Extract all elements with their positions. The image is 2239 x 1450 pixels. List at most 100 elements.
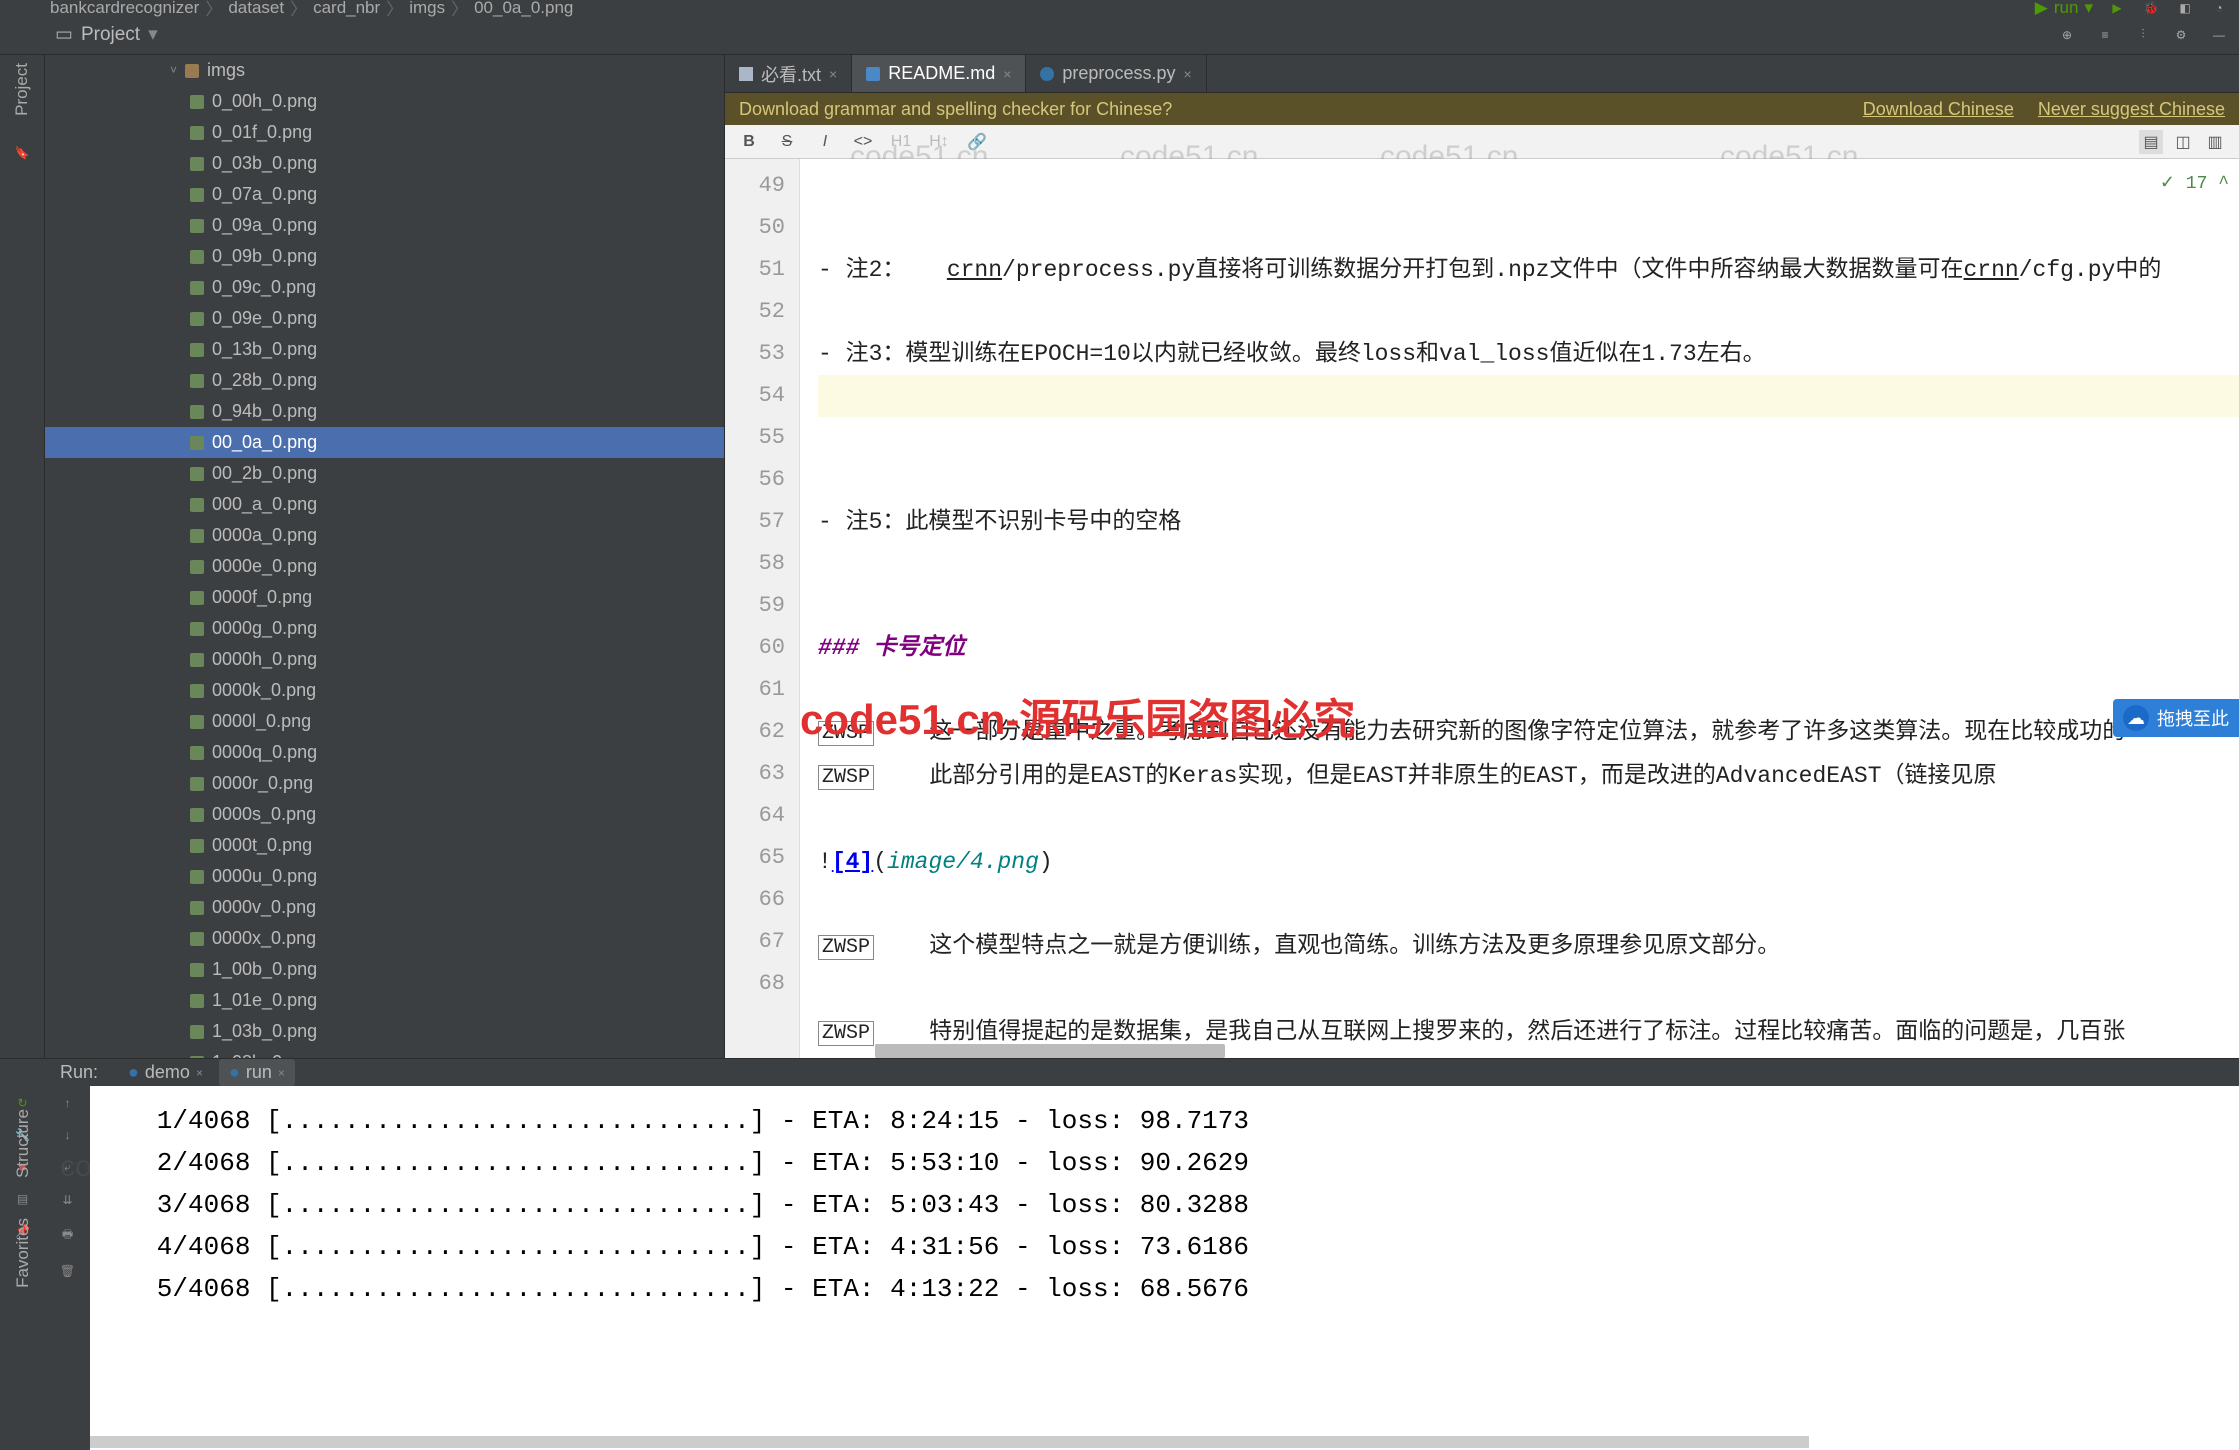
tree-file-item[interactable]: 0000a_0.png xyxy=(45,520,724,551)
download-chinese-link[interactable]: Download Chinese xyxy=(1863,99,2014,120)
scroll-icon[interactable]: ⇊ xyxy=(62,1193,72,1207)
run-toolbar-left2: ↑ ↓ ⤶ ⇊ 🖶 🗑 xyxy=(45,1086,90,1450)
breadcrumb-item[interactable]: bankcardrecognizer xyxy=(50,0,199,18)
code-content[interactable]: - 注2： crnn/preprocess.py直接将可训练数据分开打包到.np… xyxy=(800,159,2239,1058)
bookmark-icon[interactable]: 🔖 xyxy=(15,146,30,160)
tree-file-item[interactable]: 000_a_0.png xyxy=(45,489,724,520)
tree-file-item[interactable]: 0_09e_0.png xyxy=(45,303,724,334)
tree-file-item[interactable]: 1_01e_0.png xyxy=(45,985,724,1016)
tree-file-item[interactable]: 0000r_0.png xyxy=(45,768,724,799)
close-icon[interactable]: × xyxy=(829,66,837,82)
rerun-icon[interactable]: ↻ xyxy=(17,1096,27,1110)
split-view-icon[interactable]: ◫ xyxy=(2171,130,2195,154)
tree-file-item[interactable]: 0000q_0.png xyxy=(45,737,724,768)
horizontal-scrollbar[interactable] xyxy=(875,1044,1225,1058)
run-tab[interactable]: ● demo × xyxy=(118,1059,213,1086)
file-type-icon xyxy=(739,67,753,81)
tree-file-item[interactable]: 0000h_0.png xyxy=(45,644,724,675)
tree-file-item[interactable]: 0_03b_0.png xyxy=(45,148,724,179)
editor-tab[interactable]: 必看.txt× xyxy=(725,55,852,92)
tree-file-item[interactable]: 0000x_0.png xyxy=(45,923,724,954)
project-view-selector[interactable]: ▭ Project ▾ xyxy=(55,23,158,46)
tree-file-item[interactable]: 0_01f_0.png xyxy=(45,117,724,148)
tree-file-item[interactable]: 0000k_0.png xyxy=(45,675,724,706)
code-icon[interactable]: <> xyxy=(851,130,875,154)
link-icon[interactable]: 🔗 xyxy=(965,130,989,154)
tree-file-item[interactable]: 00_2b_0.png xyxy=(45,458,724,489)
close-icon[interactable]: × xyxy=(1003,66,1011,82)
bold-icon[interactable]: B xyxy=(737,130,761,154)
debug-icon[interactable]: 🐞 xyxy=(2141,0,2161,18)
tree-file-item[interactable]: 0000s_0.png xyxy=(45,799,724,830)
print-icon[interactable]: 🖶 xyxy=(62,1225,73,1246)
up-icon[interactable]: ↑ xyxy=(65,1096,71,1110)
editor-area: 必看.txt×README.md×preprocess.py× Download… xyxy=(725,55,2239,1058)
tree-file-item[interactable]: 0_94b_0.png xyxy=(45,396,724,427)
collapse-icon[interactable]: ⫶ xyxy=(2133,25,2153,45)
editor-tab[interactable]: preprocess.py× xyxy=(1026,55,1206,92)
line-gutter: 49 50 51 52 53 54 55 56 57 58 59 60 61 6… xyxy=(725,159,800,1058)
tree-file-item[interactable]: 0000u_0.png xyxy=(45,861,724,892)
tree-file-item[interactable]: 0_09c_0.png xyxy=(45,272,724,303)
h2-icon[interactable]: H↕ xyxy=(927,130,951,154)
run-panel-header: Run: ● demo ×● run × xyxy=(0,1059,2239,1086)
tree-file-item[interactable]: 0000e_0.png xyxy=(45,551,724,582)
problems-badge[interactable]: ✓ 17 ^ xyxy=(2160,163,2229,205)
console-scrollbar[interactable] xyxy=(90,1436,1809,1448)
tree-file-item[interactable]: 0_09a_0.png xyxy=(45,210,724,241)
tree-file-item[interactable]: 00_0a_0.png xyxy=(45,427,724,458)
tree-file-item[interactable]: 0000f_0.png xyxy=(45,582,724,613)
tree-file-item[interactable]: 0000v_0.png xyxy=(45,892,724,923)
coverage-icon[interactable]: ◧ xyxy=(2175,0,2195,18)
structure-tool-tab[interactable]: Structure xyxy=(13,1109,33,1178)
tree-file-item[interactable]: 0000l_0.png xyxy=(45,706,724,737)
italic-icon[interactable]: I xyxy=(813,130,837,154)
run-console[interactable]: 1/4068 [..............................] … xyxy=(90,1086,2239,1450)
tree-file-item[interactable]: 0000t_0.png xyxy=(45,830,724,861)
profile-icon[interactable]: ◔ xyxy=(2209,0,2229,18)
breadcrumb-item[interactable]: imgs xyxy=(409,0,445,18)
left-tool-rail: Project 🔖 xyxy=(0,55,45,1058)
locate-icon[interactable]: ⊕ xyxy=(2057,25,2077,45)
run-tab[interactable]: ● run × xyxy=(219,1059,295,1086)
tree-file-item[interactable]: 1_00b_0.png xyxy=(45,954,724,985)
breadcrumb[interactable]: bankcardrecognizer〉 dataset〉 card_nbr〉 i… xyxy=(10,0,573,20)
trash-icon[interactable]: 🗑 xyxy=(60,1264,75,1278)
never-suggest-link[interactable]: Never suggest Chinese xyxy=(2038,99,2225,120)
favorites-tool-tab[interactable]: Favorites xyxy=(13,1218,33,1288)
tree-file-item[interactable]: 0_09b_0.png xyxy=(45,241,724,272)
down-icon[interactable]: ↓ xyxy=(65,1128,71,1142)
breadcrumb-item[interactable]: card_nbr xyxy=(313,0,380,18)
tree-file-item[interactable]: 0_28b_0.png xyxy=(45,365,724,396)
run-icon[interactable]: ▶ xyxy=(2107,0,2127,18)
tree-folder[interactable]: ˅imgs xyxy=(45,55,724,86)
drag-upload-widget[interactable]: ☁ 拖拽至此 xyxy=(2113,699,2239,737)
left-bottom-rail: Structure Favorites xyxy=(0,1109,45,1288)
project-tree[interactable]: ˅imgs 0_00h_0.png0_01f_0.png0_03b_0.png0… xyxy=(45,55,725,1058)
breadcrumb-item[interactable]: dataset xyxy=(228,0,284,18)
run-config-selector[interactable]: ▶ run ▾ xyxy=(2035,0,2093,18)
h1-icon[interactable]: H1 xyxy=(889,130,913,154)
project-toolbar: ▭ Project ▾ ⊕ ≡ ⫶ ⚙ — xyxy=(0,15,2239,55)
project-tool-tab[interactable]: Project xyxy=(12,63,32,116)
code-editor[interactable]: 49 50 51 52 53 54 55 56 57 58 59 60 61 6… xyxy=(725,159,2239,1058)
settings-icon[interactable]: ⚙ xyxy=(2171,25,2191,45)
run-label: Run: xyxy=(60,1062,98,1083)
banner-text: Download grammar and spelling checker fo… xyxy=(739,99,1172,120)
tree-file-item[interactable]: 0_07a_0.png xyxy=(45,179,724,210)
editor-tab[interactable]: README.md× xyxy=(852,55,1026,92)
breadcrumb-item[interactable]: 00_0a_0.png xyxy=(474,0,573,18)
tree-file-item[interactable]: 0_00h_0.png xyxy=(45,86,724,117)
tree-file-item[interactable]: 0_13b_0.png xyxy=(45,334,724,365)
hide-icon[interactable]: — xyxy=(2209,25,2229,45)
grammar-banner: Download grammar and spelling checker fo… xyxy=(725,93,2239,125)
preview-view-icon[interactable]: ▥ xyxy=(2203,130,2227,154)
tree-file-item[interactable]: 0000g_0.png xyxy=(45,613,724,644)
expand-icon[interactable]: ≡ xyxy=(2095,25,2115,45)
tree-file-item[interactable]: 1_08b_0.png xyxy=(45,1047,724,1058)
soft-wrap-icon[interactable]: ⤶ xyxy=(64,1160,71,1175)
tree-file-item[interactable]: 1_03b_0.png xyxy=(45,1016,724,1047)
editor-view-icon[interactable]: ▤ xyxy=(2139,130,2163,154)
close-icon[interactable]: × xyxy=(1183,66,1191,82)
strike-icon[interactable]: S xyxy=(775,130,799,154)
